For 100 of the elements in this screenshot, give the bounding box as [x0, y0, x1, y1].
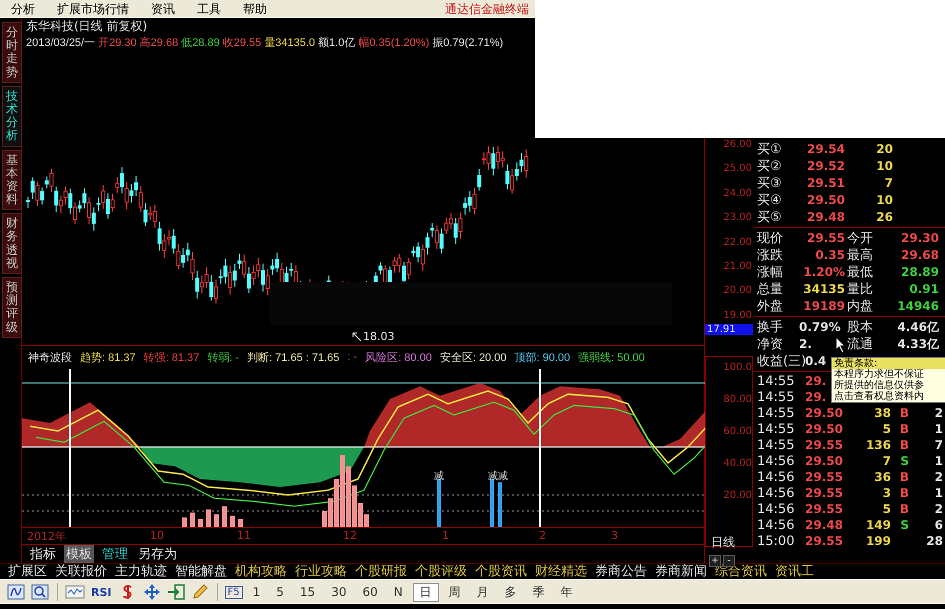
menu-item[interactable]: 帮助: [232, 0, 278, 18]
trade-count: 2: [934, 406, 943, 420]
period-label: 日线: [711, 534, 735, 551]
stat-value: 0.4: [805, 354, 826, 368]
quote-value: 29.30: [900, 231, 939, 245]
period-button[interactable]: 周: [442, 584, 467, 600]
price-axis-label: 20.00: [723, 285, 752, 296]
histogram-bar: [182, 517, 187, 527]
trade-side: B: [898, 438, 909, 452]
info-link[interactable]: 行业攻略: [295, 564, 347, 578]
period-button[interactable]: 季: [526, 584, 551, 600]
info-link[interactable]: 资讯工: [775, 564, 814, 578]
quote-field: 收29.55: [222, 35, 262, 50]
trade-volume: 5: [882, 502, 891, 516]
menu-item[interactable]: 资讯: [140, 0, 186, 18]
trade-price: 29.50: [805, 406, 843, 420]
quote-label: 最高: [846, 247, 874, 264]
trade-price: 29.55: [805, 534, 843, 548]
formula-icon: [6, 583, 26, 601]
order-volume: 7: [884, 176, 893, 190]
time-axis-label: 10: [150, 528, 164, 542]
order-label: 买③: [756, 175, 783, 192]
zoom-button[interactable]: -: [723, 555, 735, 567]
info-link[interactable]: 主力轨迹: [115, 564, 167, 578]
chart-tab[interactable]: 另存为: [136, 545, 179, 563]
indicator-value: 顶部: 90.00: [514, 350, 570, 365]
quote-value: 0.91: [908, 282, 939, 296]
info-link[interactable]: 关联报价: [55, 564, 107, 578]
order-volume: 10: [875, 159, 893, 173]
quote-value: 1.20%: [802, 265, 845, 279]
info-link[interactable]: 机构攻略: [235, 564, 287, 578]
info-link[interactable]: 个股研报: [355, 564, 407, 578]
quote-field: 量34135.0: [264, 35, 316, 50]
quote-value: 28.89: [900, 265, 939, 279]
period-button[interactable]: 15: [294, 585, 322, 599]
trade-price: 29.55: [805, 502, 843, 516]
price-axis-label: 23.00: [723, 212, 752, 224]
price-axis-label: 24.00: [723, 188, 752, 199]
menu-item[interactable]: 分析: [0, 0, 46, 18]
period-button[interactable]: 60: [356, 585, 384, 599]
side-tab[interactable]: 技术分析: [2, 86, 22, 146]
indicator-value: : -: [347, 351, 358, 364]
trade-count: 1: [934, 422, 943, 436]
zoom-button[interactable]: +: [709, 555, 721, 567]
side-tab[interactable]: 分时走势: [2, 22, 22, 83]
info-link[interactable]: 个股评级: [415, 564, 467, 578]
trade-volume: 136: [864, 438, 891, 452]
f5-button[interactable]: F5: [224, 586, 243, 598]
histogram-bar: [198, 518, 203, 527]
trade-count: 7: [934, 438, 943, 452]
menu-item[interactable]: 工具: [186, 0, 232, 18]
period-button[interactable]: 1: [246, 585, 266, 599]
indicator-axis-label: 100.0: [723, 362, 752, 373]
period-button[interactable]: 30: [325, 585, 352, 599]
info-link[interactable]: 券商新闻: [655, 564, 707, 578]
trade-time: 14:56: [756, 518, 796, 532]
chart-tab[interactable]: 管理: [100, 545, 130, 563]
info-link[interactable]: 扩展区: [8, 564, 47, 578]
quote-label: 最低: [846, 264, 874, 281]
order-price: 29.52: [806, 159, 845, 173]
period-button[interactable]: 日: [412, 582, 439, 602]
brand-title: 通达信金融终端: [444, 0, 530, 18]
trade-time: 14:56: [756, 470, 796, 484]
chart-tab[interactable]: 模板: [64, 545, 94, 563]
order-price: 29.51: [806, 176, 845, 190]
time-axis-label: 2: [539, 528, 546, 542]
price-axis-label: 25.00: [723, 163, 752, 174]
indicator-value: 转强: 81.37: [144, 350, 200, 365]
side-tab[interactable]: 财务透视: [2, 213, 22, 274]
tooltip-text: 本程序力求但不保证: [833, 369, 925, 380]
quote-date: 2013/03/25/一: [26, 36, 96, 50]
trade-volume: 3: [882, 486, 891, 500]
trade-count: 2: [934, 470, 943, 484]
side-tab[interactable]: 预测评级: [2, 277, 22, 338]
search-icon: [30, 583, 50, 601]
period-button[interactable]: N: [388, 585, 409, 599]
trade-price: 29.55: [805, 438, 843, 452]
price-axis-label: 26.00: [723, 139, 752, 150]
side-tab[interactable]: 基本资料: [2, 150, 22, 210]
stat-label: 换手: [756, 319, 784, 336]
info-link[interactable]: 个股资讯: [475, 564, 527, 578]
indicator-value: 风险区: 80.00: [365, 350, 432, 365]
info-link[interactable]: 智能解盘: [175, 564, 227, 578]
quote-field: 高29.68: [140, 35, 178, 50]
histogram-bar: [230, 516, 235, 527]
chart-tab[interactable]: 指标: [28, 545, 58, 563]
info-link[interactable]: 券商公告: [595, 564, 647, 578]
time-axis-label: 2012年: [27, 528, 66, 544]
signal-label: 减: [434, 470, 444, 483]
move-arrows-icon: [142, 583, 162, 601]
trade-price: 29.48: [805, 518, 843, 532]
histogram-bar: [190, 512, 195, 527]
info-link[interactable]: 财经精选: [535, 564, 587, 578]
rsi-button[interactable]: RSI: [89, 586, 114, 598]
menu-item[interactable]: 扩展市场行情: [46, 0, 140, 18]
period-button[interactable]: 5: [270, 585, 290, 599]
period-button[interactable]: 多: [498, 584, 523, 600]
indicator-value: 判断: 71.65 : 71.65: [247, 350, 340, 365]
period-button[interactable]: 月: [470, 584, 495, 600]
period-button[interactable]: 年: [554, 584, 579, 600]
